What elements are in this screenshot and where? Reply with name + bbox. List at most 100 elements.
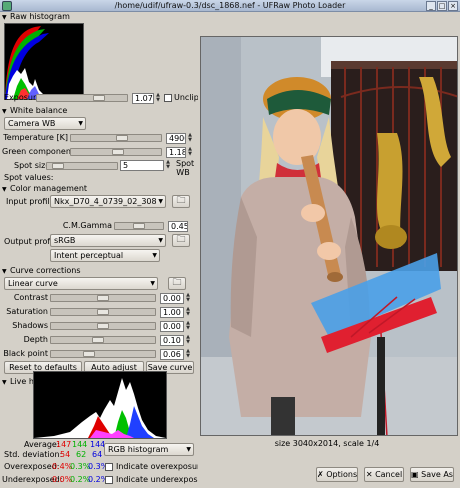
spot-values-label: Spot values: xyxy=(4,173,54,182)
spot-size-slider[interactable] xyxy=(46,162,118,170)
std-green: 62 xyxy=(76,450,87,459)
temperature-label: Temperature [K] xyxy=(3,133,68,142)
temperature-field[interactable]: 4900 xyxy=(166,133,186,144)
exposure-slider-knob[interactable] xyxy=(93,95,105,101)
depth-label: Depth xyxy=(23,335,48,344)
dropdown-arrow-icon: ▼ xyxy=(152,252,157,259)
gamma-field[interactable]: 0.45 xyxy=(168,221,188,232)
save-as-button[interactable]: ▣ Save As xyxy=(410,467,454,482)
contrast-field[interactable]: 0.00 xyxy=(160,293,184,304)
close-icon[interactable]: × xyxy=(448,1,458,11)
std-red: 54 xyxy=(60,450,71,459)
wrench-icon: ✗ xyxy=(317,470,327,479)
save-as-label: Save As xyxy=(421,470,453,479)
wb-preset-value: Camera WB xyxy=(8,119,56,128)
options-button[interactable]: ✗ Options xyxy=(316,467,358,482)
input-profile-select[interactable]: Nkx_D70_4_0739_02_308 ▼ xyxy=(50,195,166,208)
raw-histogram-header[interactable]: ▼ Raw histogram xyxy=(2,12,70,22)
histogram-type-select[interactable]: RGB histogram ▼ xyxy=(104,443,194,456)
saturation-slider[interactable] xyxy=(50,308,156,316)
spot-wb-label-2: WB xyxy=(176,168,190,177)
std-blue: 64 xyxy=(92,450,103,459)
green-component-label: Green component xyxy=(2,147,75,156)
exposure-field[interactable]: 1.07 xyxy=(132,93,154,104)
curve-select[interactable]: Linear curve ▼ xyxy=(4,277,158,290)
intent-select[interactable]: Intent perceptual ▼ xyxy=(50,249,160,262)
curve-value: Linear curve xyxy=(8,279,58,288)
spot-size-field[interactable]: 5 xyxy=(120,160,164,171)
black-point-spin-icon[interactable]: ▲ ▼ xyxy=(185,349,191,360)
contrast-label: Contrast xyxy=(13,293,48,302)
contrast-slider[interactable] xyxy=(50,294,156,302)
gamma-slider-knob[interactable] xyxy=(133,223,145,229)
color-management-header[interactable]: ▼ Color management xyxy=(2,184,87,194)
floppy-icon: ▣ xyxy=(411,470,422,479)
input-profile-value: Nkx_D70_4_0739_02_308 xyxy=(54,197,157,206)
temperature-spin-icon[interactable]: ▲ ▼ xyxy=(187,133,193,144)
shadows-slider-knob[interactable] xyxy=(97,323,109,329)
live-histogram-plot xyxy=(34,378,166,438)
green-spin-icon[interactable]: ▲ ▼ xyxy=(187,147,193,158)
shadows-spin-icon[interactable]: ▲ ▼ xyxy=(185,321,191,332)
cancel-icon: ✕ xyxy=(365,470,376,479)
black-point-slider-knob[interactable] xyxy=(83,351,95,357)
contrast-spin-icon[interactable]: ▲ ▼ xyxy=(185,293,191,304)
curve-corrections-title: Curve corrections xyxy=(10,266,81,275)
gamma-label: C.M.Gamma xyxy=(62,221,112,230)
preview-panel: size 3040x2014, scale 1/4 ✗ Options ✕ Ca… xyxy=(198,12,460,488)
wb-preset-select[interactable]: Camera WB ▼ xyxy=(4,117,86,130)
exposure-spin-icon[interactable]: ▲ ▼ xyxy=(155,93,161,104)
unclip-label: Unclip xyxy=(174,93,199,102)
unclip-checkbox[interactable] xyxy=(164,94,172,102)
curve-corrections-header[interactable]: ▼ Curve corrections xyxy=(2,266,81,276)
open-output-profile-button[interactable]: 🗀 xyxy=(172,234,190,247)
input-profile-label: Input profile xyxy=(6,197,55,206)
indicate-underexposure-checkbox[interactable] xyxy=(105,476,113,484)
green-slider-knob[interactable] xyxy=(112,149,124,155)
gamma-slider[interactable] xyxy=(114,222,164,230)
raw-histogram-plot xyxy=(5,26,55,99)
black-point-slider[interactable] xyxy=(50,350,156,358)
depth-field[interactable]: 0.10 xyxy=(160,335,184,346)
expander-down-icon: ▼ xyxy=(2,14,7,21)
exposure-slider[interactable] xyxy=(36,94,128,102)
open-curve-button[interactable]: 🗀 xyxy=(168,277,186,290)
average-label: Average: xyxy=(24,440,60,449)
shadows-slider[interactable] xyxy=(50,322,156,330)
folder-icon: 🗀 xyxy=(176,235,186,245)
output-profile-select[interactable]: sRGB ▼ xyxy=(50,234,166,247)
saturation-slider-knob[interactable] xyxy=(97,309,109,315)
green-component-field[interactable]: 1.18 xyxy=(166,147,186,158)
shadows-field[interactable]: 0.00 xyxy=(160,321,184,332)
temperature-slider[interactable] xyxy=(70,134,162,142)
expander-down-icon: ▼ xyxy=(2,379,7,386)
spot-size-slider-knob[interactable] xyxy=(52,163,64,169)
depth-slider[interactable] xyxy=(50,336,156,344)
green-component-slider[interactable] xyxy=(70,148,162,156)
indicate-overexposure-checkbox[interactable] xyxy=(105,463,113,471)
white-balance-header[interactable]: ▼ White balance xyxy=(2,106,67,116)
saturation-label: Saturation xyxy=(6,307,48,316)
depth-spin-icon[interactable]: ▲ ▼ xyxy=(185,335,191,346)
cancel-button[interactable]: ✕ Cancel xyxy=(364,467,404,482)
folder-icon: 🗀 xyxy=(176,196,186,206)
depth-slider-knob[interactable] xyxy=(92,337,104,343)
contrast-slider-knob[interactable] xyxy=(97,295,109,301)
output-profile-value: sRGB xyxy=(54,236,76,245)
minimize-icon[interactable]: _ xyxy=(426,1,436,11)
expander-down-icon: ▼ xyxy=(2,108,7,115)
average-red: 147 xyxy=(56,440,72,449)
preview-image[interactable] xyxy=(200,36,458,436)
temperature-slider-knob[interactable] xyxy=(116,135,128,141)
spot-size-spin-icon[interactable]: ▲ ▼ xyxy=(165,160,171,171)
saturation-field[interactable]: 1.00 xyxy=(160,307,184,318)
spot-wb-label-1: Spot xyxy=(176,159,195,168)
black-point-field[interactable]: 0.06 xyxy=(160,349,184,360)
expander-down-icon: ▼ xyxy=(2,268,7,275)
spot-wb-button[interactable]: Spot WB xyxy=(176,159,194,177)
color-management-title: Color management xyxy=(10,184,88,193)
saturation-spin-icon[interactable]: ▲ ▼ xyxy=(185,307,191,318)
maximize-icon[interactable]: □ xyxy=(437,1,447,11)
open-input-profile-button[interactable]: 🗀 xyxy=(172,195,190,208)
dropdown-arrow-icon: ▼ xyxy=(186,446,191,453)
